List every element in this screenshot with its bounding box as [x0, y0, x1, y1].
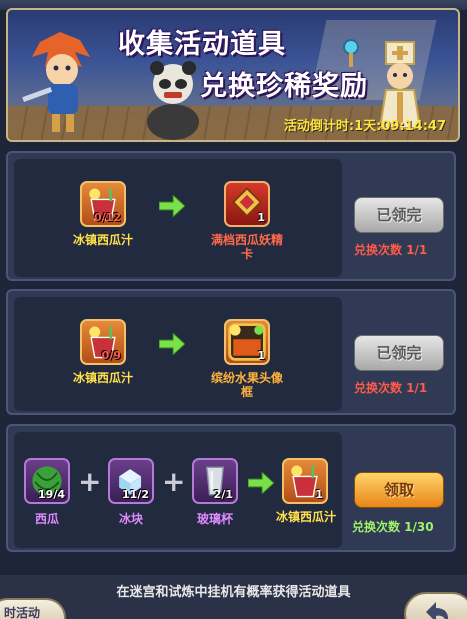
exchange-recipe-panel — [14, 159, 342, 277]
exchange-card-1: 0/12 冰镇西瓜汁 1 满档西瓜妖精卡 已领完 兑换次数 1/1 — [6, 151, 456, 281]
exchange-times: 兑换次数 1/1 — [354, 381, 428, 395]
input-item-name: 冰镇西瓜汁 — [72, 233, 133, 247]
input-item-slot[interactable]: 0/9 — [80, 319, 126, 365]
exchange-times: 兑换次数 1/1 — [354, 243, 428, 257]
back-button[interactable] — [404, 592, 467, 619]
output-item-slot[interactable]: 1 — [224, 319, 270, 365]
item-count: 1 — [257, 349, 265, 362]
item-count: 11/2 — [122, 488, 149, 501]
output-item-name: 满档西瓜妖精卡 — [210, 233, 283, 261]
output-item-name: 缤纷水果头像框 — [210, 371, 283, 399]
event-banner: 收集活动道具 兑换珍稀奖励 活动倒计时:1天:09:14:47 — [6, 8, 460, 142]
output-item-slot[interactable]: 1 — [224, 181, 270, 227]
panda-character-icon — [147, 61, 199, 140]
item-count: 19/4 — [38, 488, 65, 501]
exchange-card-3: 19/4 西瓜 + 11/2 冰块 + 2/1 玻璃杯 1 冰镇西瓜汁 领取 兑… — [6, 424, 456, 552]
footer-tip: 在迷宫和试炼中挂机有概率获得活动道具 — [116, 585, 351, 600]
plus-icon: + — [78, 465, 102, 498]
event-countdown: 活动倒计时:1天:09:14:47 — [283, 119, 446, 134]
claim-button[interactable]: 领取 — [354, 472, 444, 508]
hero-character-icon — [22, 32, 90, 132]
input-item-name: 西瓜 — [34, 512, 59, 526]
banner-title-line1: 收集活动道具 — [118, 29, 286, 60]
claimed-button[interactable]: 已领完 — [354, 335, 444, 371]
limited-event-label: 时活动 — [4, 606, 41, 619]
item-count: 0/12 — [94, 211, 121, 224]
arrow-right-icon — [159, 333, 185, 355]
input-item-name: 冰块 — [118, 512, 143, 526]
footer-bar: 在迷宫和试炼中挂机有概率获得活动道具 — [0, 575, 467, 619]
output-item-name: 冰镇西瓜汁 — [275, 510, 336, 524]
item-count: 2/1 — [213, 488, 233, 501]
plus-icon: + — [162, 465, 186, 498]
exchange-times: 兑换次数 1/30 — [352, 520, 434, 534]
item-count: 0/9 — [101, 349, 121, 362]
arrow-right-icon — [159, 195, 185, 217]
input-item-slot[interactable]: 2/1 — [192, 458, 238, 504]
limited-event-button[interactable]: 时活动 — [0, 598, 66, 619]
item-count: 1 — [315, 488, 323, 501]
input-item-slot[interactable]: 11/2 — [108, 458, 154, 504]
output-item-slot[interactable]: 1 — [282, 458, 328, 504]
item-count: 1 — [257, 211, 265, 224]
exchange-card-2: 0/9 冰镇西瓜汁 1 缤纷水果头像框 已领完 兑换次数 1/1 — [6, 289, 456, 415]
banner-title-line2: 兑换珍稀奖励 — [200, 71, 368, 102]
input-item-name: 玻璃杯 — [196, 512, 233, 526]
input-item-name: 冰镇西瓜汁 — [72, 371, 133, 385]
claimed-button[interactable]: 已领完 — [354, 197, 444, 233]
input-item-slot[interactable]: 0/12 — [80, 181, 126, 227]
input-item-slot[interactable]: 19/4 — [24, 458, 70, 504]
back-arrow-icon — [426, 602, 449, 619]
arrow-right-icon — [248, 472, 274, 494]
